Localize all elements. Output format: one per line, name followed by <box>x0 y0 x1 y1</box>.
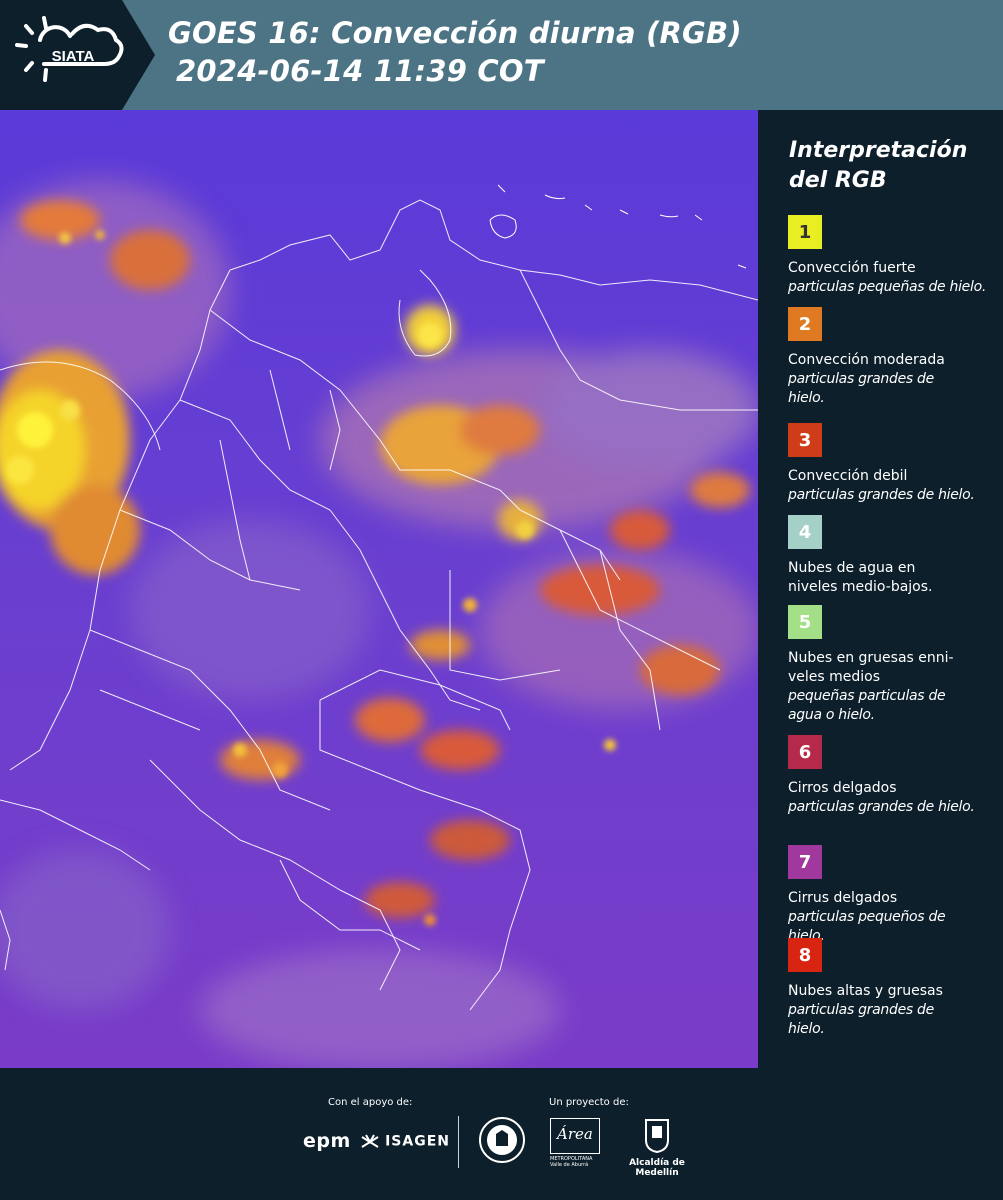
header-bar: SIATA GOES 16: Convección diurna (RGB) 2… <box>0 0 1003 110</box>
legend-subtext-line: particulas pequeños de <box>788 909 946 925</box>
legend-title-line-2: del RGB <box>789 168 887 193</box>
satellite-map <box>0 110 758 1068</box>
page-title: GOES 16: Convección diurna (RGB) 2024-06… <box>168 14 742 90</box>
legend-item-text: Nubes altas y gruesas particulas grandes … <box>788 982 998 1039</box>
legend-swatch: 3 <box>788 423 822 457</box>
alcaldia-logo: Alcaldía de Medellín <box>612 1118 702 1178</box>
legend-subtext-line: pequeñas particulas de <box>788 688 946 704</box>
legend-swatch: 1 <box>788 215 822 249</box>
legend-title-line-1: Interpretación <box>789 138 968 163</box>
area-metropolitana-logo: Área METROPOLITANA Valle de Aburrá <box>550 1118 602 1168</box>
project-label: Un proyecto de: <box>549 1097 629 1108</box>
legend-text-line: veles medios <box>788 669 881 685</box>
legend-item-2: 2 Convección moderada particulas grandes d… <box>788 307 998 408</box>
area-sub-text-2: Valle de Aburrá <box>550 1162 589 1168</box>
area-text: Área <box>557 1125 593 1143</box>
isagen-logo: ISAGEN <box>360 1131 450 1151</box>
legend-text-line: Cirros delgados <box>788 780 897 796</box>
isagen-text: ISAGEN <box>385 1133 450 1150</box>
epm-logo: epm <box>303 1130 351 1152</box>
rgb-legend: Interpretación del RGB 1 Convección fuert… <box>760 110 1003 1068</box>
legend-subtext-line: agua o hielo. <box>788 707 875 723</box>
footer-bar: Con el apoyo de: Un proyecto de: epm ISA… <box>0 1068 1003 1200</box>
legend-text-line: Convección moderada <box>788 352 945 368</box>
legend-text-line: Cirrus delgados <box>788 890 898 906</box>
title-line-2: 2024-06-14 11:39 COT <box>176 54 544 88</box>
legend-subtext-line: hielo. <box>788 1021 825 1037</box>
legend-subtext-line: particulas grandes de <box>788 371 934 387</box>
legend-subtext-line: hielo. <box>788 390 825 406</box>
siata-logo: SIATA <box>0 0 155 110</box>
legend-item-5: 5 Nubes en gruesas enni-veles medios peque… <box>788 605 998 725</box>
legend-swatch: 8 <box>788 938 822 972</box>
legend-swatch: 7 <box>788 845 822 879</box>
legend-subtext-line: particulas pequeñas de hielo. <box>788 279 986 295</box>
legend-text-line: niveles medio-bajos. <box>788 579 933 595</box>
footer-divider <box>458 1116 459 1168</box>
legend-item-text: Convección fuerte particulas pequeñas de … <box>788 259 998 297</box>
legend-title: Interpretación del RGB <box>789 136 967 196</box>
legend-item-7: 7 Cirrus delgados particulas pequeños de hi… <box>788 845 998 946</box>
legend-item-3: 3 Convección debil particulas grandes de h… <box>788 423 998 505</box>
legend-swatch: 4 <box>788 515 822 549</box>
svg-text:SIATA: SIATA <box>52 48 95 65</box>
legend-item-4: 4 Nubes de agua en niveles medio-bajos. <box>788 515 998 597</box>
legend-text-line: Nubes en gruesas enni- <box>788 650 954 666</box>
legend-item-text: Convección moderada particulas grandes de… <box>788 351 998 408</box>
support-label: Con el apoyo de: <box>328 1097 413 1108</box>
legend-text-line: Convección fuerte <box>788 260 916 276</box>
alcaldia-text: Alcaldía de Medellín <box>629 1158 685 1178</box>
legend-subtext-line: particulas grandes de hielo. <box>788 487 975 503</box>
legend-swatch: 2 <box>788 307 822 341</box>
title-line-1: GOES 16: Convección diurna (RGB) <box>168 16 742 50</box>
legend-item-6: 6 Cirros delgados particulas grandes de hi… <box>788 735 998 817</box>
legend-subtext-line: particulas grandes de hielo. <box>788 799 975 815</box>
legend-item-text: Nubes de agua en niveles medio-bajos. <box>788 559 998 597</box>
seal-logo <box>478 1116 526 1168</box>
legend-text-line: Nubes altas y gruesas <box>788 983 943 999</box>
legend-subtext-line: particulas grandes de <box>788 1002 934 1018</box>
legend-item-1: 1 Convección fuerte particulas pequeñas de… <box>788 215 998 297</box>
legend-item-text: Convección debil particulas grandes de hi… <box>788 467 998 505</box>
legend-swatch: 5 <box>788 605 822 639</box>
legend-swatch: 6 <box>788 735 822 769</box>
legend-item-8: 8 Nubes altas y gruesas particulas grandes… <box>788 938 998 1039</box>
legend-item-text: Nubes en gruesas enni-veles medios pequeñ… <box>788 649 998 725</box>
legend-text-line: Convección debil <box>788 468 908 484</box>
legend-text-line: Nubes de agua en <box>788 560 916 576</box>
legend-item-text: Cirros delgados particulas grandes de hie… <box>788 779 998 817</box>
